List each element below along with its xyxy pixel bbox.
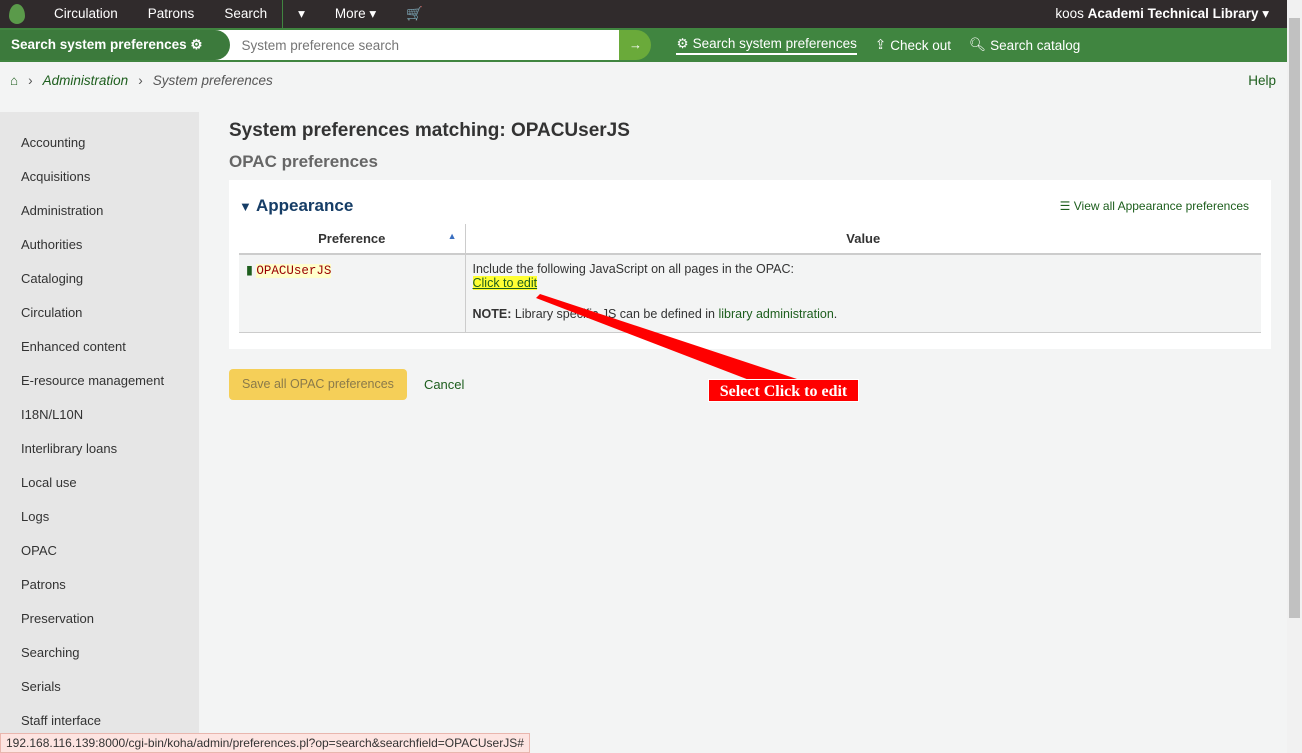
sidebar-item[interactable]: Accounting <box>0 126 199 160</box>
status-bar-url: 192.168.116.139:8000/cgi-bin/koha/admin/… <box>0 733 530 753</box>
pref-note: NOTE: Library specific JS can be defined… <box>473 307 1255 321</box>
nav-patrons[interactable]: Patrons <box>133 0 210 28</box>
annotation-label: Select Click to edit <box>708 379 859 402</box>
bookmark-icon: ▮ <box>246 263 253 277</box>
search-bar: Search system preferences ⚙ → ⚙Search sy… <box>0 28 1287 62</box>
cancel-link[interactable]: Cancel <box>424 377 464 392</box>
sort-asc-icon: ▲ <box>447 231 457 241</box>
sidebar: Accounting Acquisitions Administration A… <box>0 112 199 753</box>
link-label: Search system preferences <box>692 36 857 51</box>
sidebar-item[interactable]: Acquisitions <box>0 160 199 194</box>
breadcrumb: ⌂ › Administration › System preferences <box>10 73 273 88</box>
table-row: ▮ OPACUserJS Include the following JavaS… <box>239 254 1261 333</box>
save-button[interactable]: Save all OPAC preferences <box>229 368 407 400</box>
nav-search[interactable]: Search <box>209 0 282 28</box>
more-label: More <box>334 6 366 21</box>
search-icon: 🔍︎ <box>969 37 987 52</box>
pref-description: Include the following JavaScript on all … <box>472 262 794 276</box>
chevron-icon: › <box>138 73 143 88</box>
list-icon: ☰ <box>1059 199 1071 213</box>
pref-name: OPACUserJS <box>256 264 332 278</box>
sidebar-item[interactable]: Administration <box>0 194 199 228</box>
panel-toggle[interactable]: ▼ Appearance <box>239 196 353 216</box>
section-title: OPAC preferences <box>229 152 378 171</box>
search-dropdown-caret-icon[interactable]: ▾ <box>283 0 320 28</box>
sidebar-item[interactable]: Local use <box>0 466 199 500</box>
sidebar-item[interactable]: Circulation <box>0 296 199 330</box>
sidebar-item[interactable]: Searching <box>0 636 199 670</box>
sidebar-item[interactable]: Authorities <box>0 228 199 262</box>
sidebar-item[interactable]: Serials <box>0 670 199 704</box>
search-label-text: Search system preferences <box>11 37 187 52</box>
tab-check-out[interactable]: ⇪ Check out <box>875 37 951 53</box>
view-all-link[interactable]: ☰ View all Appearance preferences <box>1060 199 1249 213</box>
appearance-panel: ▼ Appearance ☰ View all Appearance prefe… <box>229 180 1271 349</box>
panel-title: Appearance <box>255 196 354 215</box>
gears-icon: ⚙ <box>190 37 203 52</box>
note-text: Library specific JS can be defined in <box>511 307 719 321</box>
click-to-edit-link[interactable]: Click to edit <box>472 276 538 290</box>
link-label: Search catalog <box>990 37 1081 53</box>
col-preference[interactable]: Preference ▲ <box>239 224 465 255</box>
upload-icon: ⇪ <box>874 37 887 52</box>
preference-search-input[interactable] <box>214 30 620 60</box>
top-nav: Circulation Patrons Search ▾ More ▾ 🛒 ko… <box>0 0 1287 28</box>
tab-search-catalog[interactable]: 🔍︎ Search catalog <box>969 37 1080 53</box>
library-admin-link[interactable]: library administration <box>718 307 833 321</box>
sidebar-item[interactable]: I18N/L10N <box>0 398 199 432</box>
view-all-label: View all Appearance preferences <box>1073 199 1249 213</box>
library-name: Academi Technical Library <box>1087 6 1259 21</box>
help-link[interactable]: Help <box>1248 73 1276 88</box>
scrollbar-thumb[interactable] <box>1289 18 1300 618</box>
chevron-icon: › <box>28 73 33 88</box>
preferences-table: Preference ▲ Value ▮ OPACUserJS Include t… <box>239 224 1261 333</box>
sidebar-item[interactable]: Interlibrary loans <box>0 432 199 466</box>
gears-icon: ⚙ <box>676 35 689 51</box>
home-icon[interactable]: ⌂ <box>10 73 18 88</box>
cart-icon[interactable]: 🛒 <box>391 0 438 28</box>
nav-circulation[interactable]: Circulation <box>39 0 133 28</box>
breadcrumb-administration[interactable]: Administration <box>43 73 129 88</box>
sidebar-item[interactable]: Patrons <box>0 568 199 602</box>
nav-more[interactable]: More ▾ <box>320 0 391 28</box>
search-type-label[interactable]: Search system preferences ⚙ <box>0 30 231 60</box>
link-label: Check out <box>890 37 952 53</box>
note-label: NOTE: <box>472 307 512 321</box>
sidebar-item[interactable]: OPAC <box>0 534 199 568</box>
sidebar-item[interactable]: Enhanced content <box>0 330 199 364</box>
col-value: Value <box>464 224 1261 255</box>
scrollbar[interactable] <box>1287 0 1302 753</box>
sidebar-item[interactable]: Preservation <box>0 602 199 636</box>
search-submit-button[interactable]: → <box>619 30 652 60</box>
breadcrumb-current: System preferences <box>152 73 273 88</box>
main-content: System preferences matching: OPACUserJS … <box>229 120 1271 400</box>
col-label: Preference <box>318 231 386 246</box>
sidebar-item[interactable]: Logs <box>0 500 199 534</box>
caret-down-icon: ▼ <box>239 199 252 214</box>
sidebar-item[interactable]: E-resource management <box>0 364 199 398</box>
sidebar-item[interactable]: Cataloging <box>0 262 199 296</box>
page-title: System preferences matching: OPACUserJS <box>229 120 630 141</box>
username: koos <box>1055 6 1084 21</box>
koha-logo[interactable] <box>9 4 25 24</box>
note-end: . <box>833 307 838 321</box>
user-menu[interactable]: koos Academi Technical Library ▾ <box>1055 6 1287 22</box>
tab-search-system-preferences[interactable]: ⚙ Search system preferences <box>676 35 857 55</box>
